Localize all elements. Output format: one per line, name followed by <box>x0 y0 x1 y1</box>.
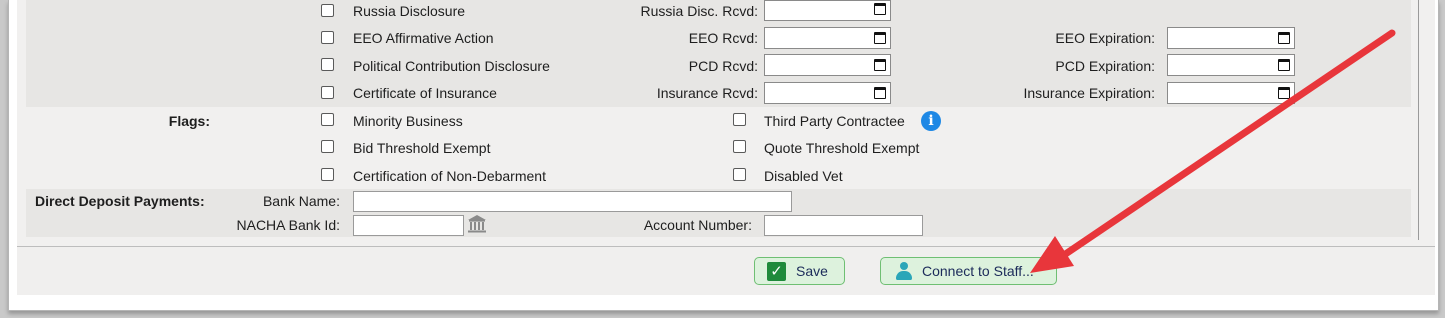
red-arrow-annotation <box>1030 29 1396 273</box>
